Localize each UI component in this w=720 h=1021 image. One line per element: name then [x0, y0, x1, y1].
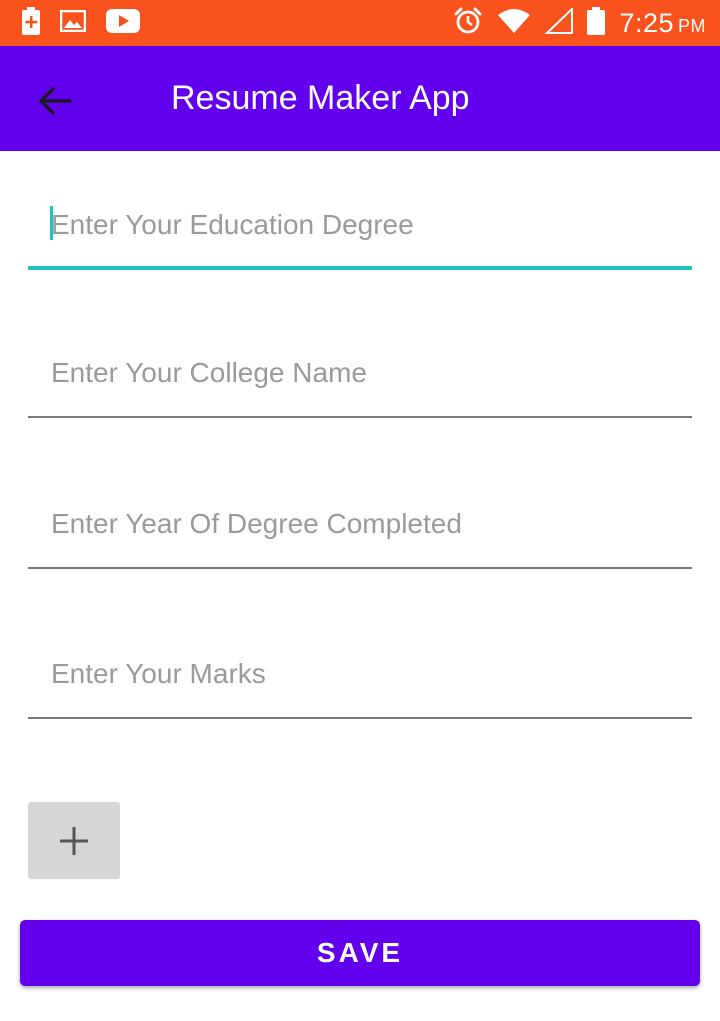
clock: 7:25 PM: [619, 8, 706, 39]
degree-year-input[interactable]: [28, 479, 692, 569]
clock-ampm: PM: [678, 15, 706, 36]
youtube-notification-icon: [106, 8, 140, 38]
marks-input[interactable]: [28, 629, 692, 719]
education-degree-field: [28, 180, 692, 270]
text-cursor: [50, 206, 53, 240]
add-button[interactable]: [28, 802, 120, 879]
app-bar: Resume Maker App: [0, 46, 720, 151]
college-name-input[interactable]: [28, 328, 692, 418]
notification-icons: [22, 6, 140, 40]
save-button[interactable]: SAVE: [20, 920, 700, 986]
education-degree-input[interactable]: [28, 180, 692, 270]
marks-field: [28, 629, 692, 719]
back-button[interactable]: [30, 76, 80, 126]
arrow-back-icon: [38, 86, 71, 116]
alarm-icon: [453, 6, 483, 41]
battery-icon: [587, 6, 606, 40]
cellular-signal-icon: [544, 6, 574, 39]
screen: 7:25 PM Resume Maker App Enter Your Educ…: [0, 0, 720, 1021]
save-button-label: SAVE: [316, 937, 404, 968]
degree-year-field: [28, 479, 692, 569]
field-underline: [28, 717, 692, 719]
status-bar: 7:25 PM: [0, 0, 720, 46]
field-underline: [28, 266, 692, 270]
clock-time: 7:25: [619, 7, 674, 38]
battery-saver-icon: [22, 6, 40, 40]
system-status: 7:25 PM: [453, 6, 706, 40]
field-underline: [28, 416, 692, 418]
field-underline: [28, 567, 692, 569]
gallery-notification-icon: [59, 9, 87, 37]
plus-icon: [60, 826, 88, 855]
college-name-field: [28, 328, 692, 418]
wifi-icon: [497, 8, 531, 39]
app-title: Resume Maker App: [171, 79, 470, 117]
